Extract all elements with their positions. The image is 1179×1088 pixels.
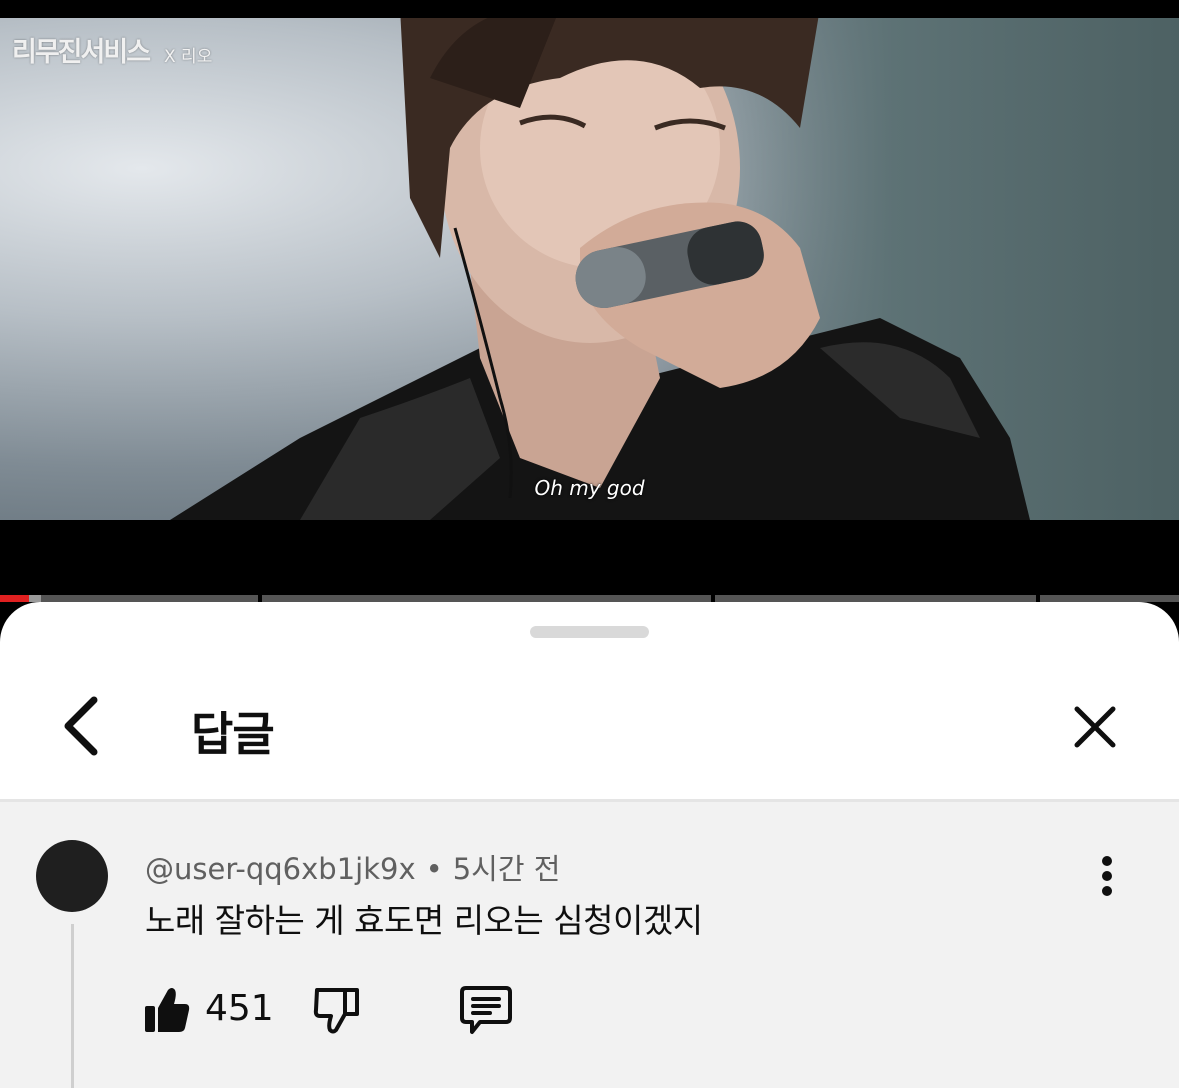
video-subtitle: Oh my god (534, 476, 645, 500)
more-vertical-icon (1102, 871, 1112, 881)
reply-button[interactable] (458, 984, 514, 1036)
comment-meta: @user-qq6xb1jk9x • 5시간 전 (145, 846, 560, 888)
collab-label: X 리오 (164, 47, 213, 67)
like-count: 451 (205, 988, 274, 1029)
sheet-title: 답글 (191, 707, 275, 761)
player-letterbox (0, 520, 1179, 595)
progress-buffered (29, 595, 41, 602)
video-frame-singer (170, 18, 1030, 520)
more-vertical-icon (1102, 856, 1112, 866)
chapter-marker (711, 595, 715, 602)
comment-time: 5시간 전 (452, 852, 561, 886)
thumbs-down-icon (313, 988, 359, 1034)
close-button[interactable] (1070, 702, 1120, 752)
back-button[interactable] (56, 694, 108, 758)
video-player[interactable]: 리무진서비스 X 리오 Oh my god (0, 18, 1179, 520)
avatar[interactable] (36, 840, 108, 912)
more-options-button[interactable] (1088, 852, 1126, 900)
drag-handle[interactable] (530, 626, 649, 638)
progress-played (0, 595, 29, 602)
comment-actions: 451 (0, 980, 1179, 1040)
close-icon (1074, 706, 1116, 748)
chapter-marker (258, 595, 262, 602)
top-black-bar (0, 0, 1179, 18)
dislike-button[interactable] (312, 984, 362, 1036)
meta-separator: • (425, 852, 443, 886)
more-vertical-icon (1102, 886, 1112, 896)
like-button[interactable] (142, 984, 192, 1036)
comment-text: 노래 잘하는 게 효도면 리오는 심청이겠지 (145, 901, 703, 940)
comment-author[interactable]: @user-qq6xb1jk9x (145, 852, 416, 886)
thumbs-up-icon (145, 988, 190, 1032)
video-progress-bar[interactable] (0, 595, 1179, 602)
chapter-marker (1036, 595, 1040, 602)
chevron-left-icon (64, 696, 98, 756)
channel-logo: 리무진서비스 (12, 37, 151, 68)
replies-sheet: 답글 @user-qq6xb1jk9x • 5시간 전 노래 잘하는 게 효도면 리… (0, 602, 1179, 1088)
reply-comment-icon (460, 986, 512, 1034)
highlighted-comment: @user-qq6xb1jk9x • 5시간 전 노래 잘하는 게 효도면 리오는 … (0, 802, 1179, 1088)
